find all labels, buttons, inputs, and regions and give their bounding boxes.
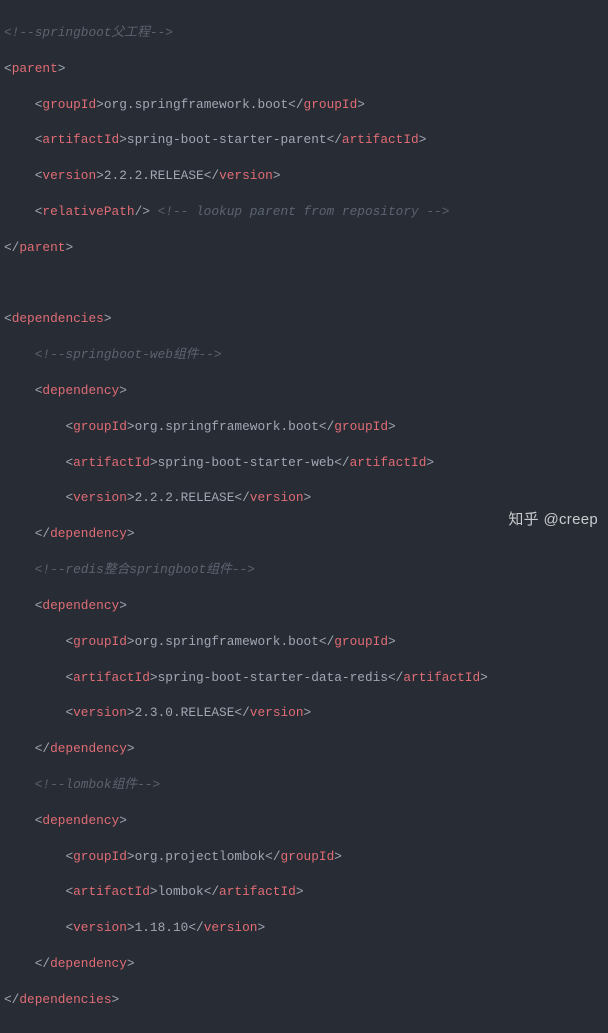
comment-lookup: <!-- lookup parent from repository --> <box>150 204 450 219</box>
comment-redis: <!--redis整合springboot组件--> <box>35 562 255 577</box>
watermark: 知乎 @creep <box>508 509 598 530</box>
comment-springboot-parent: <!--springboot父工程--> <box>4 25 173 40</box>
comment-web: <!--springboot-web组件--> <box>35 347 222 362</box>
comment-lombok: <!--lombok组件--> <box>35 777 160 792</box>
